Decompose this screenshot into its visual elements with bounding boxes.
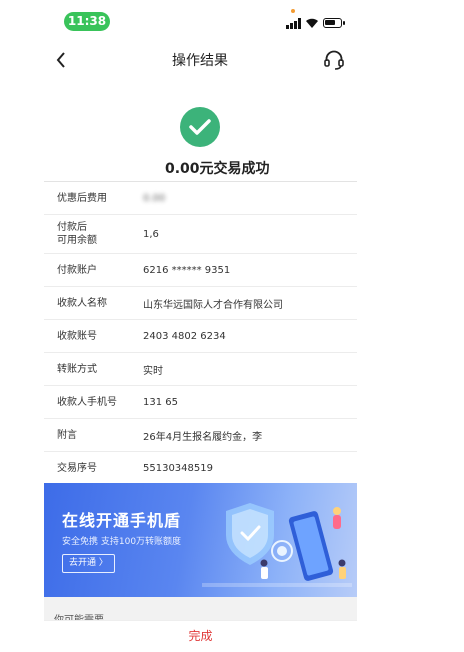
detail-row-fee: 优惠后费用 0.00 [44, 181, 357, 214]
detail-label: 优惠后费用 [57, 192, 107, 204]
detail-row-remark: 附言 26年4月生报名履约金，李 [44, 418, 357, 451]
detail-value: 1,6 [143, 228, 159, 240]
customer-service-icon[interactable] [323, 49, 345, 71]
detail-value: 6216 ****** 9351 [143, 264, 231, 276]
banner-subtitle: 安全免携 支持100万转账额度 [62, 537, 182, 547]
detail-row-payee-account: 收款账号 2403 4802 6234 [44, 319, 357, 352]
result-message: 0.00元交易成功 [165, 161, 270, 177]
transaction-details: 优惠后费用 0.00 付款后 可用余额 1,6 付款账户 6216 ****** … [44, 181, 357, 484]
done-button[interactable]: 完成 [188, 629, 212, 643]
wifi-icon [306, 18, 318, 28]
detail-value: 55130348519 [143, 462, 213, 474]
detail-row-pay-account: 付款账户 6216 ****** 9351 [44, 253, 357, 286]
detail-row-payee-phone: 收款人手机号 131 65 [44, 385, 357, 418]
success-check-icon [180, 107, 220, 147]
done-bar: 完成 [44, 620, 357, 652]
detail-label: 付款账户 [57, 264, 97, 276]
security-shield-illustration-icon [202, 503, 352, 587]
detail-label: 付款后 可用余额 [57, 222, 97, 246]
status-time: 11:38 [64, 12, 110, 31]
privacy-indicator-dot [291, 9, 295, 13]
signal-icon [286, 18, 301, 29]
detail-value: 实时 [143, 365, 163, 377]
banner-open-button[interactable]: 去开通 〉 [62, 554, 115, 573]
mobile-shield-banner[interactable]: 在线开通手机盾 安全免携 支持100万转账额度 去开通 〉 [44, 483, 357, 597]
detail-label: 附言 [57, 429, 77, 441]
detail-label: 收款人名称 [57, 297, 107, 309]
detail-value: 131 65 [143, 396, 178, 408]
battery-icon [323, 18, 345, 28]
nav-bar: 操作结果 [0, 42, 400, 78]
detail-label: 收款人手机号 [57, 396, 117, 408]
status-bar: 11:38 [0, 0, 400, 42]
detail-value: 2403 4802 6234 [143, 330, 226, 342]
detail-label: 交易序号 [57, 462, 97, 474]
banner-title: 在线开通手机盾 [62, 511, 182, 530]
detail-value: 0.00 [143, 192, 166, 204]
detail-value: 山东华远国际人才合作有限公司 [143, 299, 283, 311]
detail-row-transfer-method: 转账方式 实时 [44, 352, 357, 385]
detail-row-payee-name: 收款人名称 山东华远国际人才合作有限公司 [44, 286, 357, 319]
detail-value: 26年4月生报名履约金，李 [143, 431, 263, 443]
detail-label: 转账方式 [57, 363, 97, 375]
detail-row-serial: 交易序号 55130348519 [44, 451, 357, 484]
detail-row-balance: 付款后 可用余额 1,6 [44, 214, 357, 253]
detail-label: 收款账号 [57, 330, 97, 342]
